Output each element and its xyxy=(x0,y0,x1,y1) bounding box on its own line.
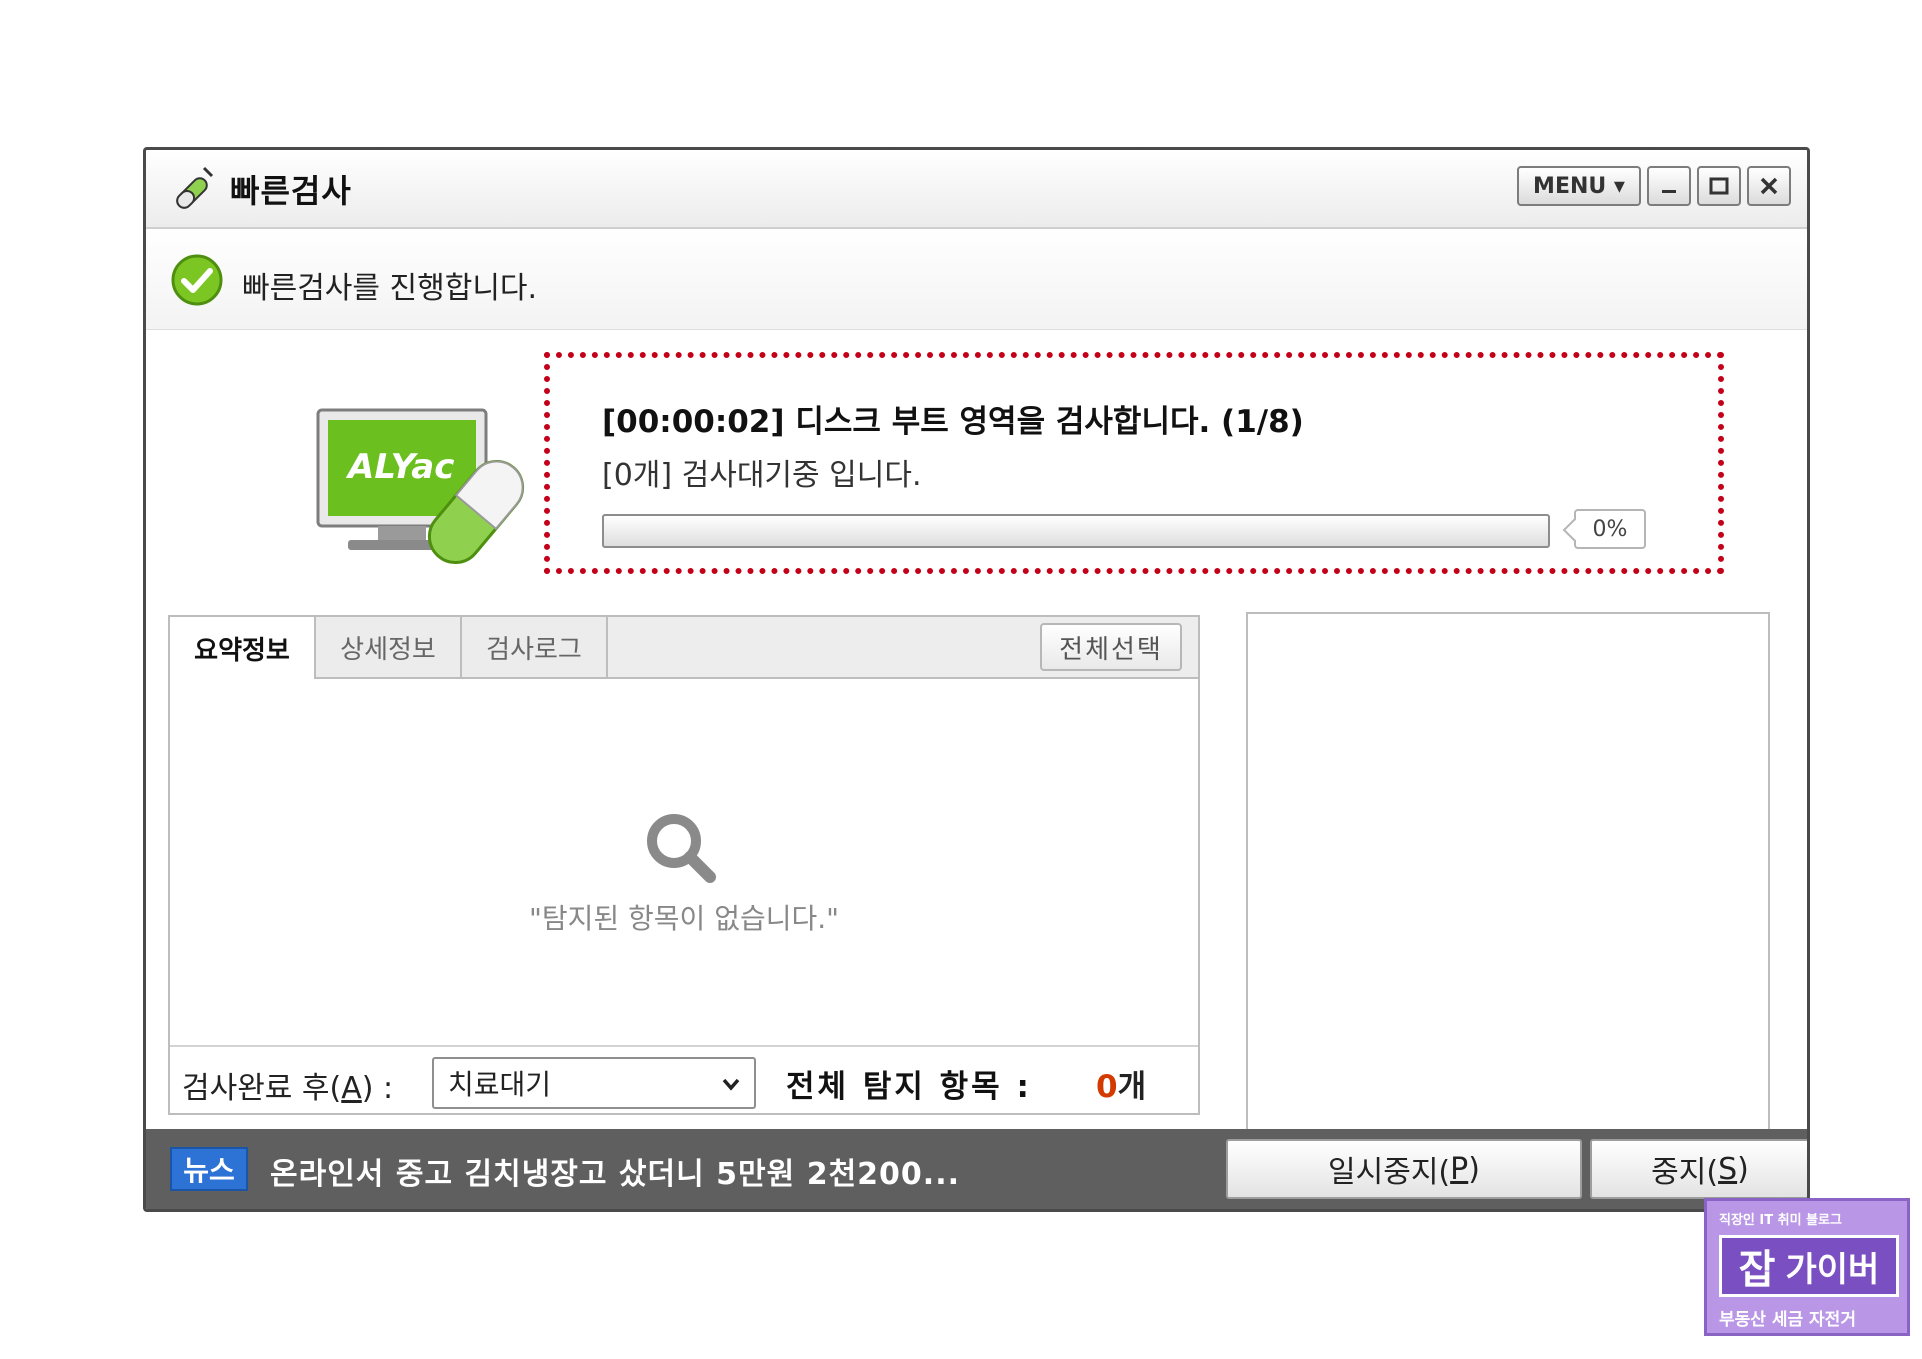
stop-label-suffix: ) xyxy=(1737,1151,1749,1187)
scan-current-task: [00:00:02] 디스크 부트 영역을 검사합니다. (1/8) xyxy=(602,404,1304,440)
after-scan-select[interactable]: 치료대기 xyxy=(432,1057,756,1109)
total-detected-label: 전체 탐지 항목 : xyxy=(786,1069,1032,1105)
detail-preview-panel xyxy=(1246,612,1770,1136)
scan-queue-status: [0개] 검사대기중 입니다. xyxy=(602,458,922,493)
tab-scan-log[interactable]: 검사로그 xyxy=(462,617,608,677)
results-panel: 요약정보 상세정보 검사로그 전체선택 "탐지된 항목이 없습니다." 검사완료… xyxy=(168,615,1200,1115)
title-bar[interactable]: 빠른검사 MENU ▾ xyxy=(146,150,1807,229)
stop-button[interactable]: 중지(S) xyxy=(1590,1139,1807,1199)
results-tabs: 요약정보 상세정보 검사로그 전체선택 xyxy=(170,617,1198,679)
after-scan-row: 검사완료 후(A) : 치료대기 전체 탐지 항목 : 0개 xyxy=(170,1045,1198,1117)
pause-label-suffix: ) xyxy=(1468,1151,1480,1187)
watermark-name: 가이버 xyxy=(1785,1249,1880,1290)
pause-button[interactable]: 일시중지(P) xyxy=(1226,1139,1582,1199)
close-icon xyxy=(1760,177,1778,195)
select-all-button[interactable]: 전체선택 xyxy=(1040,623,1182,671)
progress-percent: 0% xyxy=(1574,509,1646,549)
after-scan-label-prefix: 검사완료 후( xyxy=(182,1071,342,1106)
quick-scan-window: 빠른검사 MENU ▾ 빠른검사를 진행합니다. ALYac [00:00:02… xyxy=(143,147,1810,1212)
pill-brush-icon xyxy=(176,166,214,209)
total-detected-unit: 개 xyxy=(1117,1069,1147,1105)
tab-details[interactable]: 상세정보 xyxy=(316,617,462,677)
blog-watermark: 직장인 IT 취미 블로그 잡 가이버 부동산 세금 자전거 xyxy=(1704,1198,1910,1336)
watermark-logo: 잡 가이버 xyxy=(1719,1235,1899,1297)
after-scan-label-suffix: ) : xyxy=(361,1071,394,1106)
pause-label-prefix: 일시중지( xyxy=(1328,1155,1451,1190)
footer-bar: 뉴스 온라인서 중고 김치냉장고 샀더니 5만원 2천200... 일시중지(P… xyxy=(146,1129,1807,1209)
after-scan-label: 검사완료 후(A) : xyxy=(182,1063,393,1107)
window-title: 빠른검사 xyxy=(230,172,352,210)
logo-text: ALYac xyxy=(345,447,454,487)
after-scan-label-key: A xyxy=(341,1071,362,1106)
status-message: 빠른검사를 진행합니다. xyxy=(242,271,538,306)
watermark-subtitle: 부동산 세금 자전거 xyxy=(1719,1310,1856,1330)
total-detected-count: 0개 xyxy=(1096,1061,1146,1106)
maximize-button[interactable] xyxy=(1697,166,1741,206)
total-detected-number: 0 xyxy=(1096,1069,1118,1105)
after-scan-selected-option: 치료대기 xyxy=(448,1068,552,1101)
status-bar: 빠른검사를 진행합니다. xyxy=(146,229,1807,330)
minimize-icon xyxy=(1662,190,1676,193)
watermark-jab: 잡 xyxy=(1738,1247,1776,1293)
minimize-button[interactable] xyxy=(1647,166,1691,206)
chevron-down-icon xyxy=(722,1078,740,1091)
scan-progress-bar xyxy=(602,514,1550,548)
check-circle-icon xyxy=(171,254,223,306)
pause-label-key: P xyxy=(1450,1151,1469,1187)
alyac-logo: ALYac xyxy=(316,408,525,565)
maximize-icon xyxy=(1709,177,1729,195)
magnifier-icon xyxy=(647,814,716,883)
scan-progress-box: [00:00:02] 디스크 부트 영역을 검사합니다. (1/8) [0개] … xyxy=(544,352,1724,574)
stop-label-key: S xyxy=(1718,1151,1738,1187)
watermark-tagline: 직장인 IT 취미 블로그 xyxy=(1719,1213,1842,1228)
tab-summary[interactable]: 요약정보 xyxy=(170,617,316,679)
news-badge: 뉴스 xyxy=(170,1147,248,1191)
news-headline-link[interactable]: 온라인서 중고 김치냉장고 샀더니 5만원 2천200... xyxy=(270,1149,960,1193)
menu-button[interactable]: MENU ▾ xyxy=(1517,166,1641,206)
close-button[interactable] xyxy=(1747,166,1791,206)
empty-message: "탐지된 항목이 없습니다." xyxy=(528,902,840,935)
stop-label-prefix: 중지( xyxy=(1651,1155,1719,1190)
